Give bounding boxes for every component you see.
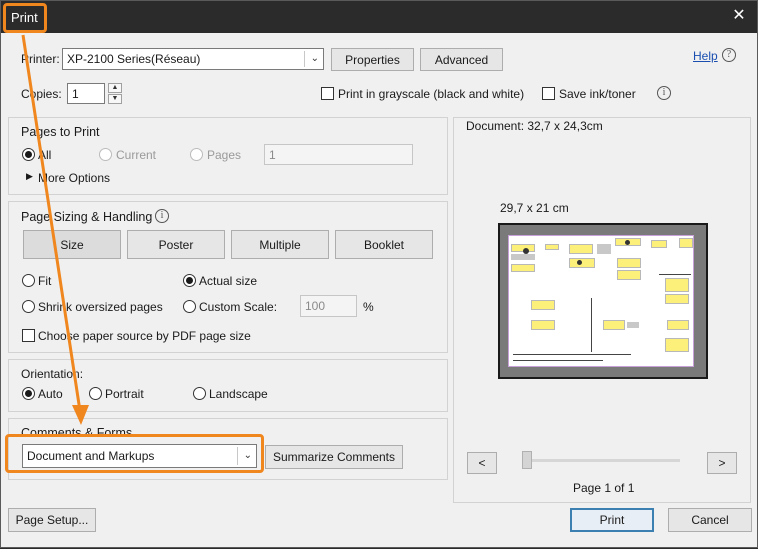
orientation-portrait-label: Portrait: [105, 387, 144, 401]
page-sizing-title: Page Sizing & Handling: [21, 210, 153, 224]
pages-range-label: Pages: [207, 148, 242, 162]
pages-all-radio[interactable]: [22, 148, 35, 161]
page-counter: Page 1 of 1: [573, 481, 635, 495]
custom-scale-radio[interactable]: [183, 300, 196, 313]
pages-current-label: Current: [116, 148, 157, 162]
grayscale-checkbox[interactable]: [321, 87, 334, 100]
save-ink-label: Save ink/toner: [559, 87, 636, 101]
title-bar: Print ✕: [1, 1, 757, 33]
orientation-auto-label: Auto: [38, 387, 63, 401]
pages-all-label: All: [38, 148, 52, 162]
page-sizing-info-icon[interactable]: i: [155, 209, 169, 223]
preview-slider-thumb[interactable]: [522, 451, 532, 469]
shrink-label: Shrink oversized pages: [38, 300, 163, 314]
orientation-landscape-radio[interactable]: [193, 387, 206, 400]
tab-size[interactable]: Size: [23, 230, 121, 259]
custom-scale-label: Custom Scale:: [199, 300, 278, 314]
chevron-down-icon: ⌄: [310, 52, 319, 64]
orientation-title: Orientation:: [21, 367, 84, 381]
paper-source-checkbox[interactable]: [22, 329, 35, 342]
print-dialog: Print ✕ Printer: XP-2100 Series(Réseau) …: [0, 0, 758, 548]
advanced-button[interactable]: Advanced: [420, 48, 503, 71]
shrink-radio[interactable]: [22, 300, 35, 313]
printer-label: Printer:: [21, 52, 60, 66]
tab-poster[interactable]: Poster: [127, 230, 225, 259]
expand-triangle-icon[interactable]: ▶: [26, 171, 33, 182]
percent-label: %: [363, 300, 374, 314]
fit-label: Fit: [38, 274, 52, 288]
copies-label: Copies:: [21, 87, 62, 101]
help-link[interactable]: Help: [693, 49, 718, 63]
tab-multiple[interactable]: Multiple: [231, 230, 329, 259]
orientation-auto-radio[interactable]: [22, 387, 35, 400]
comments-forms-highlight-box: [5, 434, 264, 473]
orientation-portrait-radio[interactable]: [89, 387, 102, 400]
page-setup-button[interactable]: Page Setup...: [8, 508, 96, 532]
select-divider: [304, 51, 305, 67]
preview-page: [498, 223, 708, 379]
more-options-label[interactable]: More Options: [38, 171, 110, 185]
preview-slider-track[interactable]: [524, 459, 680, 462]
print-button[interactable]: Print: [570, 508, 654, 532]
orientation-landscape-label: Landscape: [209, 387, 268, 401]
title-highlight-box: [3, 3, 47, 33]
preview-prev-button[interactable]: <: [467, 452, 497, 474]
copies-input[interactable]: 1: [67, 83, 105, 104]
tab-booklet[interactable]: Booklet: [335, 230, 433, 259]
document-size-label: Document: 32,7 x 24,3cm: [466, 119, 603, 133]
save-ink-info-icon[interactable]: i: [657, 86, 671, 100]
pages-range-input[interactable]: 1: [264, 144, 413, 165]
summarize-comments-button[interactable]: Summarize Comments: [265, 445, 403, 469]
preview-next-button[interactable]: >: [707, 452, 737, 474]
close-icon[interactable]: ✕: [729, 6, 749, 26]
help-icon[interactable]: ?: [722, 48, 736, 62]
copies-up-icon[interactable]: ▲: [108, 83, 122, 93]
properties-button[interactable]: Properties: [331, 48, 414, 71]
cancel-button[interactable]: Cancel: [668, 508, 752, 532]
grayscale-label: Print in grayscale (black and white): [338, 87, 525, 101]
pages-range-radio[interactable]: [190, 148, 203, 161]
actual-size-label: Actual size: [199, 274, 258, 288]
printer-select-value: XP-2100 Series(Réseau): [67, 52, 201, 66]
custom-scale-input[interactable]: 100: [300, 295, 357, 317]
printer-select[interactable]: XP-2100 Series(Réseau) ⌄: [62, 48, 324, 70]
pages-current-radio[interactable]: [99, 148, 112, 161]
preview-sheet-thumbnail: [508, 235, 694, 367]
fit-radio[interactable]: [22, 274, 35, 287]
paper-source-label: Choose paper source by PDF page size: [38, 329, 251, 343]
pages-to-print-title: Pages to Print: [21, 125, 100, 139]
actual-size-radio[interactable]: [183, 274, 196, 287]
copies-down-icon[interactable]: ▼: [108, 94, 122, 104]
paper-size-label: 29,7 x 21 cm: [500, 201, 569, 215]
save-ink-checkbox[interactable]: [542, 87, 555, 100]
